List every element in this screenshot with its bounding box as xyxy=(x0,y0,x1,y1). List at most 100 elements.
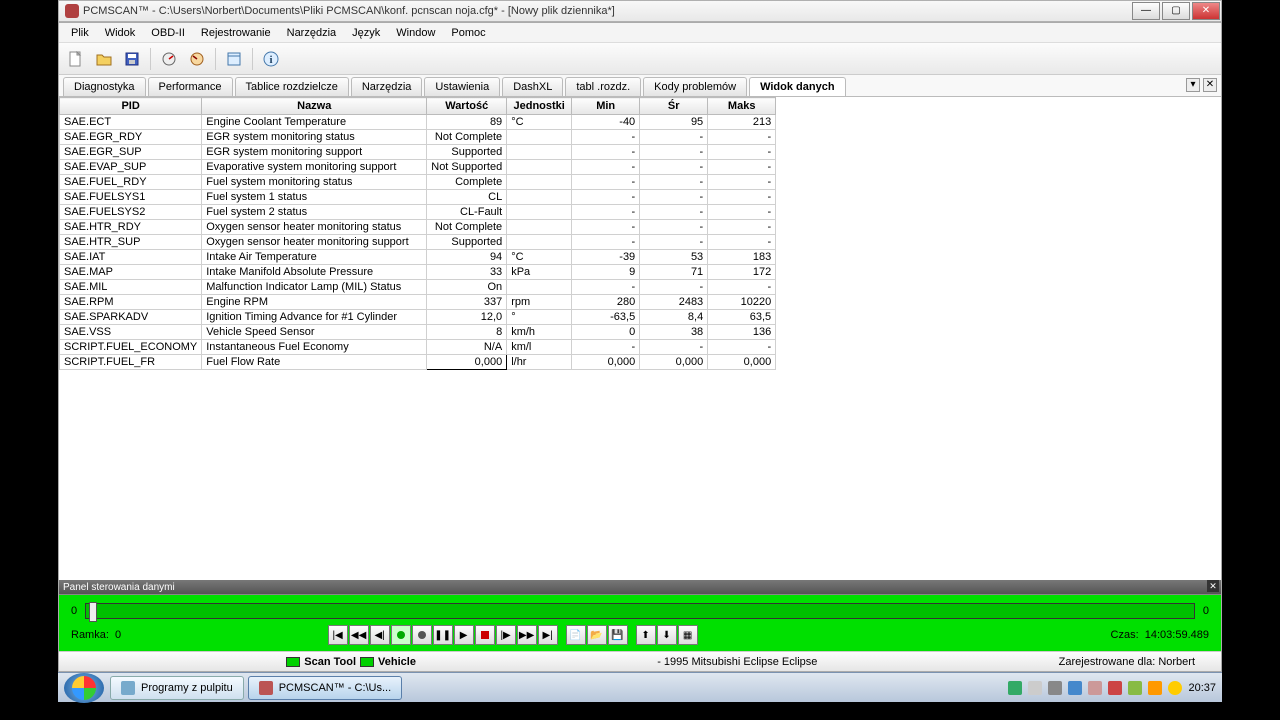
taskbar-app-0[interactable]: Programy z pulpitu xyxy=(110,676,244,700)
table-row[interactable]: SCRIPT.FUEL_ECONOMYInstantaneous Fuel Ec… xyxy=(60,340,776,355)
col-Wartość[interactable]: Wartość xyxy=(427,98,507,115)
table-row[interactable]: SAE.EGR_RDYEGR system monitoring statusN… xyxy=(60,130,776,145)
tab-close-button[interactable]: ✕ xyxy=(1203,78,1217,92)
step-fwd-button[interactable]: |▶ xyxy=(496,625,516,645)
timeline-slider[interactable] xyxy=(85,603,1195,619)
table-row[interactable]: SAE.FUEL_RDYFuel system monitoring statu… xyxy=(60,175,776,190)
grid-button[interactable]: ▦ xyxy=(678,625,698,645)
app-icon xyxy=(65,4,79,18)
doc-open-button[interactable]: 📂 xyxy=(587,625,607,645)
start-button[interactable] xyxy=(64,673,104,703)
export1-button[interactable]: ⬆ xyxy=(636,625,656,645)
col-Śr[interactable]: Śr xyxy=(640,98,708,115)
doc-save-button[interactable]: 💾 xyxy=(608,625,628,645)
taskbar-app-1[interactable]: PCMSCAN™ - C:\Us... xyxy=(248,676,402,700)
rewind-button[interactable]: ◀◀ xyxy=(349,625,369,645)
tab-2[interactable]: Tablice rozdzielcze xyxy=(235,77,349,96)
pause-button[interactable]: ❚❚ xyxy=(433,625,453,645)
save-button[interactable] xyxy=(119,46,145,72)
tab-5[interactable]: DashXL xyxy=(502,77,563,96)
time-label: Czas: xyxy=(1111,629,1139,641)
titlebar[interactable]: PCMSCAN™ - C:\Users\Norbert\Documents\Pl… xyxy=(58,0,1222,22)
table-row[interactable]: SAE.VSSVehicle Speed Sensor8km/h038136 xyxy=(60,325,776,340)
table-row[interactable]: SAE.SPARKADVIgnition Timing Advance for … xyxy=(60,310,776,325)
skip-end-button[interactable]: ▶| xyxy=(538,625,558,645)
info-button[interactable]: i xyxy=(258,46,284,72)
toolbar: i xyxy=(59,43,1221,75)
table-row[interactable]: SAE.ECTEngine Coolant Temperature89°C-40… xyxy=(60,115,776,130)
tab-8[interactable]: Widok danych xyxy=(749,77,845,96)
maximize-button[interactable]: ▢ xyxy=(1162,2,1190,20)
tray-icon[interactable] xyxy=(1148,681,1162,695)
col-Jednostki[interactable]: Jednostki xyxy=(507,98,572,115)
legend-box xyxy=(286,657,300,667)
taskbar[interactable]: Programy z pulpituPCMSCAN™ - C:\Us... 20… xyxy=(58,672,1222,702)
new-file-button[interactable] xyxy=(63,46,89,72)
tray-icon[interactable] xyxy=(1008,681,1022,695)
table-row[interactable]: SAE.MILMalfunction Indicator Lamp (MIL) … xyxy=(60,280,776,295)
tab-1[interactable]: Performance xyxy=(148,77,233,96)
stop-button[interactable] xyxy=(475,625,495,645)
col-Min[interactable]: Min xyxy=(572,98,640,115)
table-row[interactable]: SAE.FUELSYS2Fuel system 2 statusCL-Fault… xyxy=(60,205,776,220)
gauge2-button[interactable] xyxy=(184,46,210,72)
skip-start-button[interactable]: |◀ xyxy=(328,625,348,645)
close-button[interactable]: ✕ xyxy=(1192,2,1220,20)
menu-obd-ii[interactable]: OBD-II xyxy=(143,25,193,41)
minimize-button[interactable]: — xyxy=(1132,2,1160,20)
table-row[interactable]: SAE.HTR_RDYOxygen sensor heater monitori… xyxy=(60,220,776,235)
open-file-button[interactable] xyxy=(91,46,117,72)
menu-rejestrowanie[interactable]: Rejestrowanie xyxy=(193,25,279,41)
table-row[interactable]: SAE.EGR_SUPEGR system monitoring support… xyxy=(60,145,776,160)
tab-6[interactable]: tabl .rozdz. xyxy=(565,77,641,96)
col-Nazwa[interactable]: Nazwa xyxy=(202,98,427,115)
tabbar: DiagnostykaPerformanceTablice rozdzielcz… xyxy=(59,75,1221,97)
record2-button[interactable] xyxy=(412,625,432,645)
data-table-area[interactable]: PIDNazwaWartośćJednostkiMinŚrMaksSAE.ECT… xyxy=(59,97,1221,580)
menu-narzędzia[interactable]: Narzędzia xyxy=(279,25,345,41)
tray-icon[interactable] xyxy=(1108,681,1122,695)
tray-icon[interactable] xyxy=(1168,681,1182,695)
frame-label: Ramka: xyxy=(71,629,109,641)
table-row[interactable]: SAE.HTR_SUPOxygen sensor heater monitori… xyxy=(60,235,776,250)
export2-button[interactable]: ⬇ xyxy=(657,625,677,645)
menu-widok[interactable]: Widok xyxy=(97,25,144,41)
record-button[interactable] xyxy=(391,625,411,645)
menu-plik[interactable]: Plik xyxy=(63,25,97,41)
panel-close-button[interactable]: ✕ xyxy=(1207,580,1219,592)
play-button[interactable]: ▶ xyxy=(454,625,474,645)
table-row[interactable]: SAE.RPMEngine RPM337rpm280248310220 xyxy=(60,295,776,310)
tab-4[interactable]: Ustawienia xyxy=(424,77,500,96)
step-back-button[interactable]: ◀| xyxy=(370,625,390,645)
tab-0[interactable]: Diagnostyka xyxy=(63,77,146,96)
tab-3[interactable]: Narzędzia xyxy=(351,77,423,96)
timeline-thumb[interactable] xyxy=(89,602,97,622)
system-tray[interactable]: 20:37 xyxy=(1008,681,1216,695)
table-row[interactable]: SCRIPT.FUEL_FRFuel Flow Rate0,000l/hr0,0… xyxy=(60,355,776,370)
windows-orb-icon xyxy=(72,676,96,700)
col-PID[interactable]: PID xyxy=(60,98,202,115)
table-row[interactable]: SAE.FUELSYS1Fuel system 1 statusCL--- xyxy=(60,190,776,205)
tray-icon[interactable] xyxy=(1068,681,1082,695)
col-Maks[interactable]: Maks xyxy=(708,98,776,115)
menu-window[interactable]: Window xyxy=(388,25,443,41)
tray-icon[interactable] xyxy=(1048,681,1062,695)
doc-new-button[interactable]: 📄 xyxy=(566,625,586,645)
clock[interactable]: 20:37 xyxy=(1188,682,1216,694)
tab-7[interactable]: Kody problemów xyxy=(643,77,747,96)
time-value: 14:03:59.489 xyxy=(1145,629,1209,641)
menu-pomoc[interactable]: Pomoc xyxy=(443,25,493,41)
table-row[interactable]: SAE.EVAP_SUPEvaporative system monitorin… xyxy=(60,160,776,175)
table-row[interactable]: SAE.MAPIntake Manifold Absolute Pressure… xyxy=(60,265,776,280)
playback-buttons: |◀ ◀◀ ◀| ❚❚ ▶ |▶ ▶▶ ▶| 📄 📂 💾 ⬆ ⬇ ▦ xyxy=(328,625,698,645)
menu-język[interactable]: Język xyxy=(344,25,388,41)
gauge1-button[interactable] xyxy=(156,46,182,72)
tray-icon[interactable] xyxy=(1088,681,1102,695)
table-row[interactable]: SAE.IATIntake Air Temperature94°C-395318… xyxy=(60,250,776,265)
window-button[interactable] xyxy=(221,46,247,72)
ffwd-button[interactable]: ▶▶ xyxy=(517,625,537,645)
tab-menu-button[interactable]: ▾ xyxy=(1186,78,1200,92)
tray-icon[interactable] xyxy=(1128,681,1142,695)
tray-icon[interactable] xyxy=(1028,681,1042,695)
frame-value: 0 xyxy=(115,629,121,641)
